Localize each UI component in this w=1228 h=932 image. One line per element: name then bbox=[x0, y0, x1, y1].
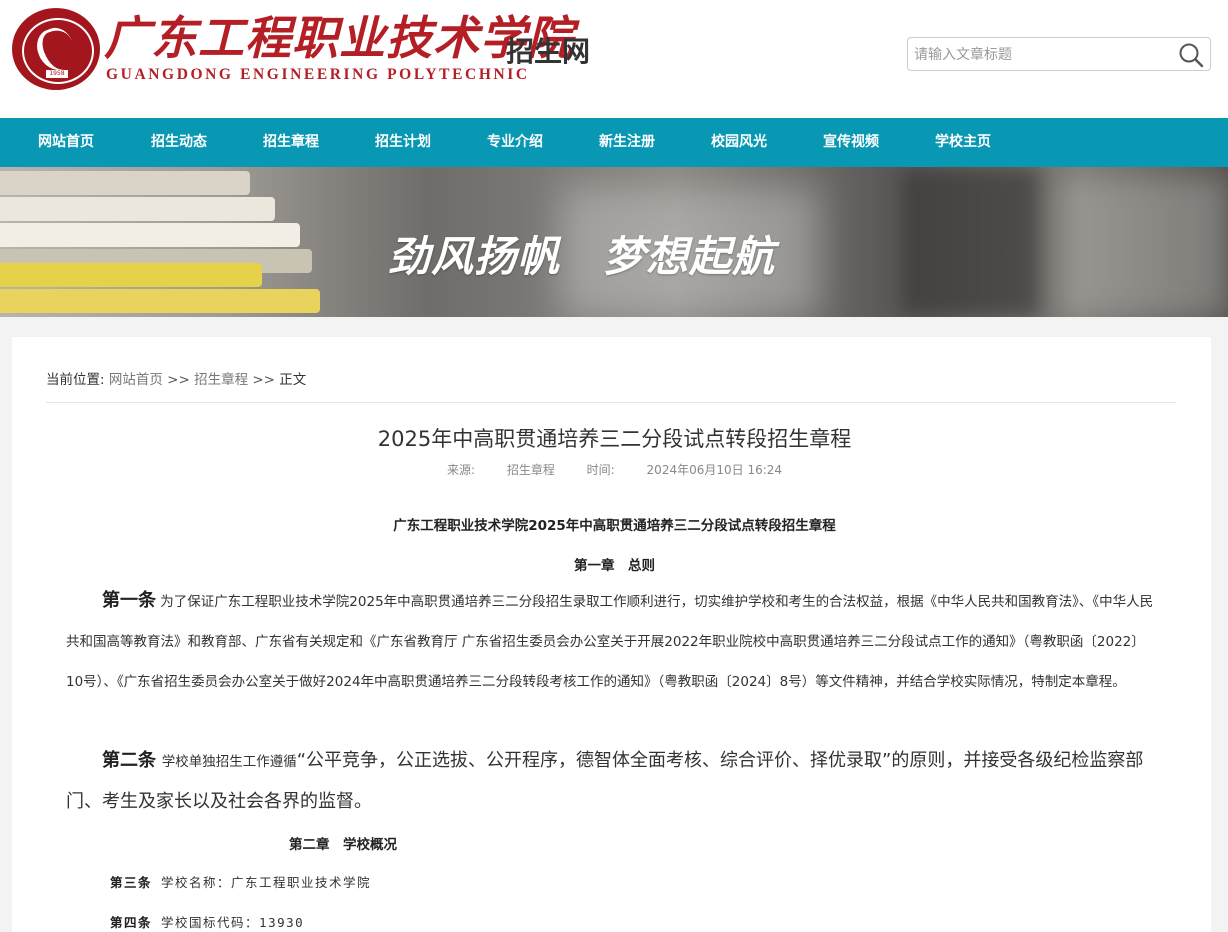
breadcrumb-prefix: 当前位置: bbox=[46, 372, 105, 388]
article-4-label: 第四条 bbox=[110, 915, 153, 930]
article-1-label: 第一条 bbox=[102, 590, 156, 611]
college-seal-logo-icon[interactable]: 1958 bbox=[12, 8, 100, 90]
breadcrumb-divider bbox=[46, 402, 1176, 403]
breadcrumb-link-home[interactable]: 网站首页 bbox=[109, 372, 163, 388]
site-header: 1958 广东工程职业技术学院 GUANGDONG ENGINEERING PO… bbox=[0, 0, 1228, 118]
main-nav: 网站首页 招生动态 招生章程 招生计划 专业介绍 新生注册 校园风光 宣传视频 … bbox=[0, 118, 1228, 167]
nav-item-home[interactable]: 网站首页 bbox=[38, 118, 94, 167]
article-4-line: 第四条 学校国标代码：13930 bbox=[110, 912, 304, 931]
chapter-2-title: 第二章 学校概况 bbox=[289, 837, 397, 853]
nav-item-admission-news[interactable]: 招生动态 bbox=[151, 118, 207, 167]
article-1-paragraph: 第一条 为了保证广东工程职业技术学院2025年中高职贯通培养三二分段招生录取工作… bbox=[66, 581, 1156, 702]
search-icon[interactable] bbox=[1178, 42, 1204, 68]
article-panel: 当前位置: 网站首页 >> 招生章程 >> 正文 2025年中高职贯通培养三二分… bbox=[12, 337, 1211, 932]
book-stack-icon bbox=[0, 171, 250, 195]
college-name-en: GUANGDONG ENGINEERING POLYTECHNIC bbox=[106, 66, 530, 83]
article-source: 来源: 招生章程 bbox=[446, 463, 555, 477]
seal-year: 1958 bbox=[46, 70, 68, 78]
search-box bbox=[907, 37, 1211, 71]
article-heading: 广东工程职业技术学院2025年中高职贯通培养三二分段试点转段招生章程 bbox=[393, 518, 836, 534]
article-1-text: 为了保证广东工程职业技术学院2025年中高职贯通培养三二分段招生录取工作顺利进行… bbox=[66, 594, 1154, 690]
article-3-text: 学校名称：广东工程职业技术学院 bbox=[161, 875, 372, 890]
breadcrumb-current: 正文 bbox=[279, 372, 307, 388]
article-2-paragraph: 第二条 学校单独招生工作遵循“公平竞争，公正选拔、公开程序，德智体全面考核、综合… bbox=[66, 741, 1156, 822]
site-name: 招生网 bbox=[506, 35, 591, 68]
banner-slogan: 劲风扬帆 梦想起航 bbox=[388, 232, 776, 281]
breadcrumb: 当前位置: 网站首页 >> 招生章程 >> 正文 bbox=[46, 368, 306, 388]
breadcrumb-separator: >> bbox=[252, 372, 275, 388]
hero-banner: 劲风扬帆 梦想起航 bbox=[0, 167, 1228, 317]
article-4-text: 学校国标代码：13930 bbox=[161, 915, 305, 930]
nav-item-school-homepage[interactable]: 学校主页 bbox=[935, 118, 991, 167]
college-name-cn[interactable]: 广东工程职业技术学院 bbox=[104, 10, 574, 66]
article-2-lead: 学校单独招生工作遵循 bbox=[161, 754, 297, 770]
nav-item-admission-rules[interactable]: 招生章程 bbox=[263, 118, 319, 167]
nav-item-campus-scenery[interactable]: 校园风光 bbox=[711, 118, 767, 167]
article-meta: 来源: 招生章程 时间: 2024年06月10日 16:24 bbox=[0, 461, 1228, 478]
nav-item-registration[interactable]: 新生注册 bbox=[599, 118, 655, 167]
breadcrumb-separator: >> bbox=[167, 372, 190, 388]
search-input[interactable] bbox=[914, 44, 1176, 66]
article-time: 时间: 2024年06月10日 16:24 bbox=[586, 463, 783, 477]
nav-item-promo-video[interactable]: 宣传视频 bbox=[823, 118, 879, 167]
nav-item-admission-plan[interactable]: 招生计划 bbox=[375, 118, 431, 167]
breadcrumb-link-admission-rules[interactable]: 招生章程 bbox=[194, 372, 248, 388]
article-3-line: 第三条 学校名称：广东工程职业技术学院 bbox=[110, 872, 371, 891]
nav-item-majors[interactable]: 专业介绍 bbox=[487, 118, 543, 167]
article-title: 2025年中高职贯通培养三二分段试点转段招生章程 bbox=[377, 427, 852, 451]
chapter-1-title: 第一章 总则 bbox=[574, 558, 655, 574]
article-2-label: 第二条 bbox=[102, 750, 156, 771]
article-3-label: 第三条 bbox=[110, 875, 153, 890]
